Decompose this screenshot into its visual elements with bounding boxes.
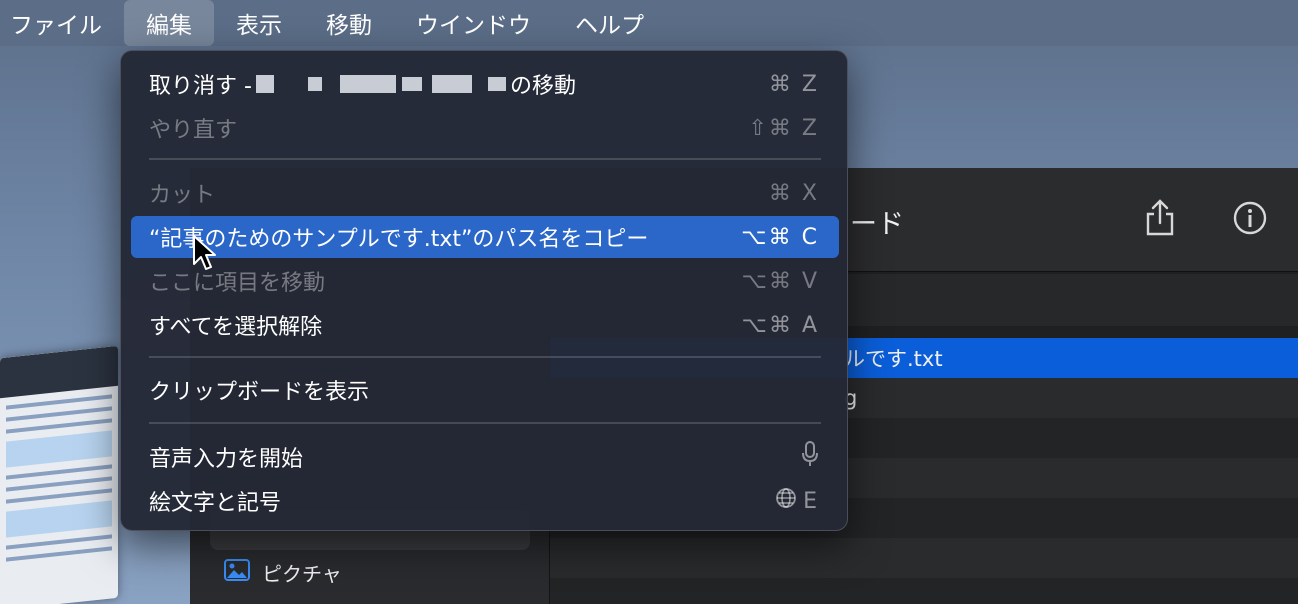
menu-item-emoji-symbols[interactable]: 絵文字と記号 E <box>131 480 839 522</box>
menu-item-label: ここに項目を移動 <box>149 271 326 296</box>
microphone-icon <box>801 441 819 473</box>
finder-window-title: ード <box>850 209 904 240</box>
file-name: ルです.txt <box>844 347 943 371</box>
menu-item-label: やり直す <box>149 118 238 143</box>
shortcut-label: ⌥⌘ A <box>741 312 819 338</box>
share-icon[interactable] <box>1140 198 1180 238</box>
redacted-filename <box>255 75 506 93</box>
shortcut-label: ⌥⌘ C <box>741 224 819 250</box>
shortcut-label: E <box>803 488 819 514</box>
menu-item-label: 絵文字と記号 <box>149 491 282 516</box>
menu-window[interactable]: ウインドウ <box>394 0 553 46</box>
edit-menu-dropdown: 取り消す - の移動 ⌘ Z やり直す ⇧⌘ Z カット ⌘ X “記事のための… <box>120 50 848 531</box>
menu-item-move-here[interactable]: ここに項目を移動 ⌥⌘ V <box>131 260 839 302</box>
menu-help[interactable]: ヘルプ <box>553 0 666 46</box>
pictures-icon <box>224 559 250 586</box>
file-row[interactable] <box>550 538 1298 578</box>
menu-item-redo[interactable]: やり直す ⇧⌘ Z <box>131 107 839 149</box>
menu-item-label: すべてを選択解除 <box>149 315 323 340</box>
undo-label: 取り消す - の移動 <box>149 68 576 100</box>
menu-item-label: クリップボードを表示 <box>149 380 370 405</box>
shortcut-label: ⇧⌘ Z <box>748 115 819 141</box>
sidebar-item-label: ピクチャ <box>262 562 342 586</box>
file-row[interactable] <box>550 578 1298 604</box>
shortcut-label: ⌥⌘ V <box>741 268 819 294</box>
menu-bar: ファイル 編集 表示 移動 ウインドウ ヘルプ <box>0 0 1298 46</box>
shortcut-label: ⌘ X <box>768 180 819 206</box>
menu-item-copy-pathname[interactable]: “記事のためのサンプルです.txt”のパス名をコピー ⌥⌘ C <box>131 216 839 258</box>
menu-separator <box>149 422 821 424</box>
shortcut-label: ⌘ Z <box>768 71 819 97</box>
undo-label-prefix: 取り消す - <box>149 74 252 99</box>
menu-view[interactable]: 表示 <box>214 0 304 46</box>
menu-item-label: 音声入力を開始 <box>149 447 304 472</box>
globe-icon <box>775 487 797 515</box>
menu-item-start-dictation[interactable]: 音声入力を開始 <box>131 436 839 478</box>
menu-item-label: “記事のためのサンプルです.txt”のパス名をコピー <box>149 227 649 252</box>
undo-label-suffix: の移動 <box>509 74 576 99</box>
menu-separator <box>149 356 821 358</box>
menu-item-cut[interactable]: カット ⌘ X <box>131 172 839 214</box>
menu-item-show-clipboard[interactable]: クリップボードを表示 <box>131 369 839 411</box>
menu-go[interactable]: 移動 <box>304 0 394 46</box>
menu-item-label: カット <box>149 183 216 208</box>
menu-file[interactable]: ファイル <box>0 0 124 46</box>
menu-item-deselect-all[interactable]: すべてを選択解除 ⌥⌘ A <box>131 304 839 346</box>
background-app-window <box>0 345 118 604</box>
mouse-cursor-icon <box>192 234 218 276</box>
info-icon[interactable] <box>1230 198 1270 238</box>
sidebar-item-pictures[interactable]: ピクチャ <box>224 558 342 587</box>
menu-item-undo[interactable]: 取り消す - の移動 ⌘ Z <box>131 63 839 105</box>
menu-edit[interactable]: 編集 <box>124 0 214 46</box>
menu-separator <box>149 158 821 160</box>
emoji-shortcut: E <box>775 487 819 515</box>
